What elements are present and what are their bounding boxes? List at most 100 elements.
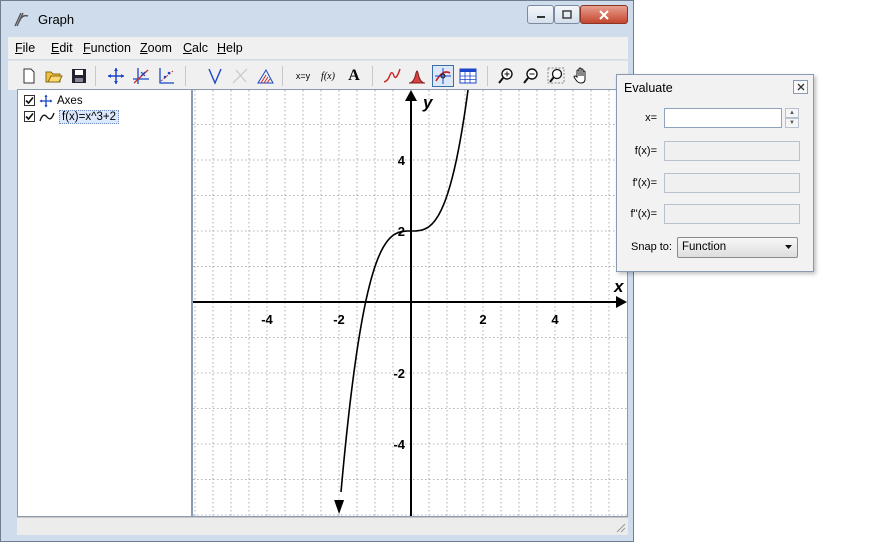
- snap-to-label: Snap to:: [631, 241, 672, 253]
- graph-canvas[interactable]: x y -4 -2 2 442-2-4: [193, 90, 627, 516]
- maximize-button[interactable]: [554, 5, 580, 24]
- graph-app-icon: [14, 12, 29, 27]
- new-button[interactable]: [18, 65, 40, 87]
- save-disk-icon: [72, 69, 86, 83]
- curve-icon: [39, 112, 55, 121]
- menu-zoom[interactable]: Zoom: [140, 41, 172, 55]
- list-item-axes[interactable]: Axes: [24, 93, 83, 108]
- open-folder-icon: [45, 71, 63, 83]
- axes-icon: [39, 94, 53, 107]
- menu-calc[interactable]: Calc: [183, 41, 208, 55]
- toolbar-separator: [487, 66, 488, 86]
- close-icon: [599, 9, 609, 20]
- axes-visible-checkbox[interactable]: [24, 95, 35, 106]
- shading-icon: [257, 68, 274, 84]
- x-tick-label: -4: [261, 312, 273, 327]
- fppx-output: [664, 204, 800, 224]
- insert-function-button[interactable]: [204, 65, 226, 87]
- red-curve-icon: [383, 68, 401, 83]
- evaluate-title: Evaluate: [624, 81, 673, 95]
- table-button[interactable]: [457, 65, 479, 87]
- point-series-icon: [133, 68, 149, 84]
- spin-down-button[interactable]: ▼: [785, 118, 799, 128]
- menu-file[interactable]: File: [15, 41, 35, 55]
- open-button[interactable]: [43, 65, 65, 87]
- toolbar: x=y f(x) A: [8, 60, 628, 90]
- bell-curve-icon: [408, 70, 426, 84]
- fpx-label: f'(x)=: [632, 177, 657, 189]
- menu-help[interactable]: Help: [217, 41, 243, 55]
- status-bar: [17, 517, 628, 535]
- hand-icon: [573, 67, 586, 84]
- toolbar-separator: [282, 66, 283, 86]
- checkmark-icon: [25, 112, 34, 121]
- title-bar[interactable]: Graph: [1, 1, 633, 35]
- menu-function[interactable]: Function: [83, 41, 131, 55]
- insert-fx-button[interactable]: f(x): [317, 65, 339, 87]
- function-visible-checkbox[interactable]: [24, 111, 35, 122]
- save-button[interactable]: [68, 65, 90, 87]
- insert-shading-button[interactable]: [254, 65, 276, 87]
- insert-tangent-button[interactable]: [229, 65, 251, 87]
- insert-trendline-button[interactable]: [155, 65, 177, 87]
- distribution-button[interactable]: [406, 65, 428, 87]
- x-spinner: ▲ ▼: [785, 108, 799, 128]
- fx-label: f(x)=: [634, 145, 657, 157]
- zoom-out-button[interactable]: [520, 65, 542, 87]
- function-list-panel: Axes f(x)=x^3+2: [17, 89, 192, 517]
- chevron-down-icon: [785, 245, 792, 249]
- toolbar-separator: [95, 66, 96, 86]
- function-v-icon: [208, 68, 222, 85]
- snap-to-select[interactable]: Function: [677, 237, 798, 258]
- minimize-icon: [536, 15, 545, 18]
- edit-axes-button[interactable]: [105, 65, 127, 87]
- evaluate-button[interactable]: [432, 65, 454, 87]
- trendline-icon: [159, 68, 174, 84]
- zoom-window-icon: [547, 67, 565, 84]
- new-file-icon: [23, 68, 35, 84]
- close-button[interactable]: [580, 5, 628, 24]
- x-axis-arrow: [616, 296, 627, 308]
- zoom-in-button[interactable]: [495, 65, 517, 87]
- function-label: f(x)=x^3+2: [59, 109, 119, 124]
- insert-point-series-button[interactable]: [130, 65, 152, 87]
- y-tick-label: -2: [393, 366, 405, 381]
- axes: x y: [193, 90, 627, 516]
- minimize-button[interactable]: [527, 5, 554, 24]
- x-tick-label: -2: [333, 312, 345, 327]
- pan-button[interactable]: [570, 65, 592, 87]
- x-axis-label: x: [613, 277, 625, 296]
- menu-edit[interactable]: Edit: [51, 41, 73, 55]
- insert-relation-button[interactable]: x=y: [292, 65, 314, 87]
- fppx-label: f''(x)=: [630, 208, 657, 220]
- list-item-function[interactable]: f(x)=x^3+2: [24, 109, 119, 124]
- function-curve[interactable]: [340, 90, 472, 493]
- checkmark-icon: [25, 96, 34, 105]
- resize-grip-icon[interactable]: [614, 521, 626, 533]
- toolbar-separator: [372, 66, 373, 86]
- insert-series-button[interactable]: [381, 65, 403, 87]
- toolbar-separator: [185, 66, 186, 86]
- x-input[interactable]: [664, 108, 782, 128]
- window-title: Graph: [38, 12, 75, 27]
- x-tick-label: 4: [551, 312, 559, 327]
- menu-bar: File Edit Function Zoom Calc Help: [8, 37, 628, 59]
- snap-to-value: Function: [682, 241, 727, 253]
- x-label: x=: [645, 112, 657, 124]
- evaluate-dialog: Evaluate x= ▲ ▼ f(x)= f'(x)= f''(x)= Sna…: [616, 74, 814, 272]
- y-tick-label: 4: [398, 153, 406, 168]
- zoom-window-button[interactable]: [545, 65, 567, 87]
- y-tick-label: -4: [393, 437, 405, 452]
- graph-area[interactable]: x y -4 -2 2 4 4 2 -2 -4: [192, 89, 628, 517]
- x-tick-label: 2: [479, 312, 486, 327]
- y-axis-arrow: [405, 90, 417, 101]
- axes-icon: [108, 68, 124, 84]
- y-axis-label: y: [422, 93, 434, 112]
- close-icon: [797, 83, 804, 91]
- insert-label-button[interactable]: A: [343, 65, 365, 87]
- fx-output: [664, 141, 800, 161]
- evaluate-close-button[interactable]: [793, 80, 808, 94]
- evaluate-icon: [435, 68, 451, 84]
- spin-up-button[interactable]: ▲: [785, 108, 799, 118]
- tangent-icon: [232, 68, 248, 84]
